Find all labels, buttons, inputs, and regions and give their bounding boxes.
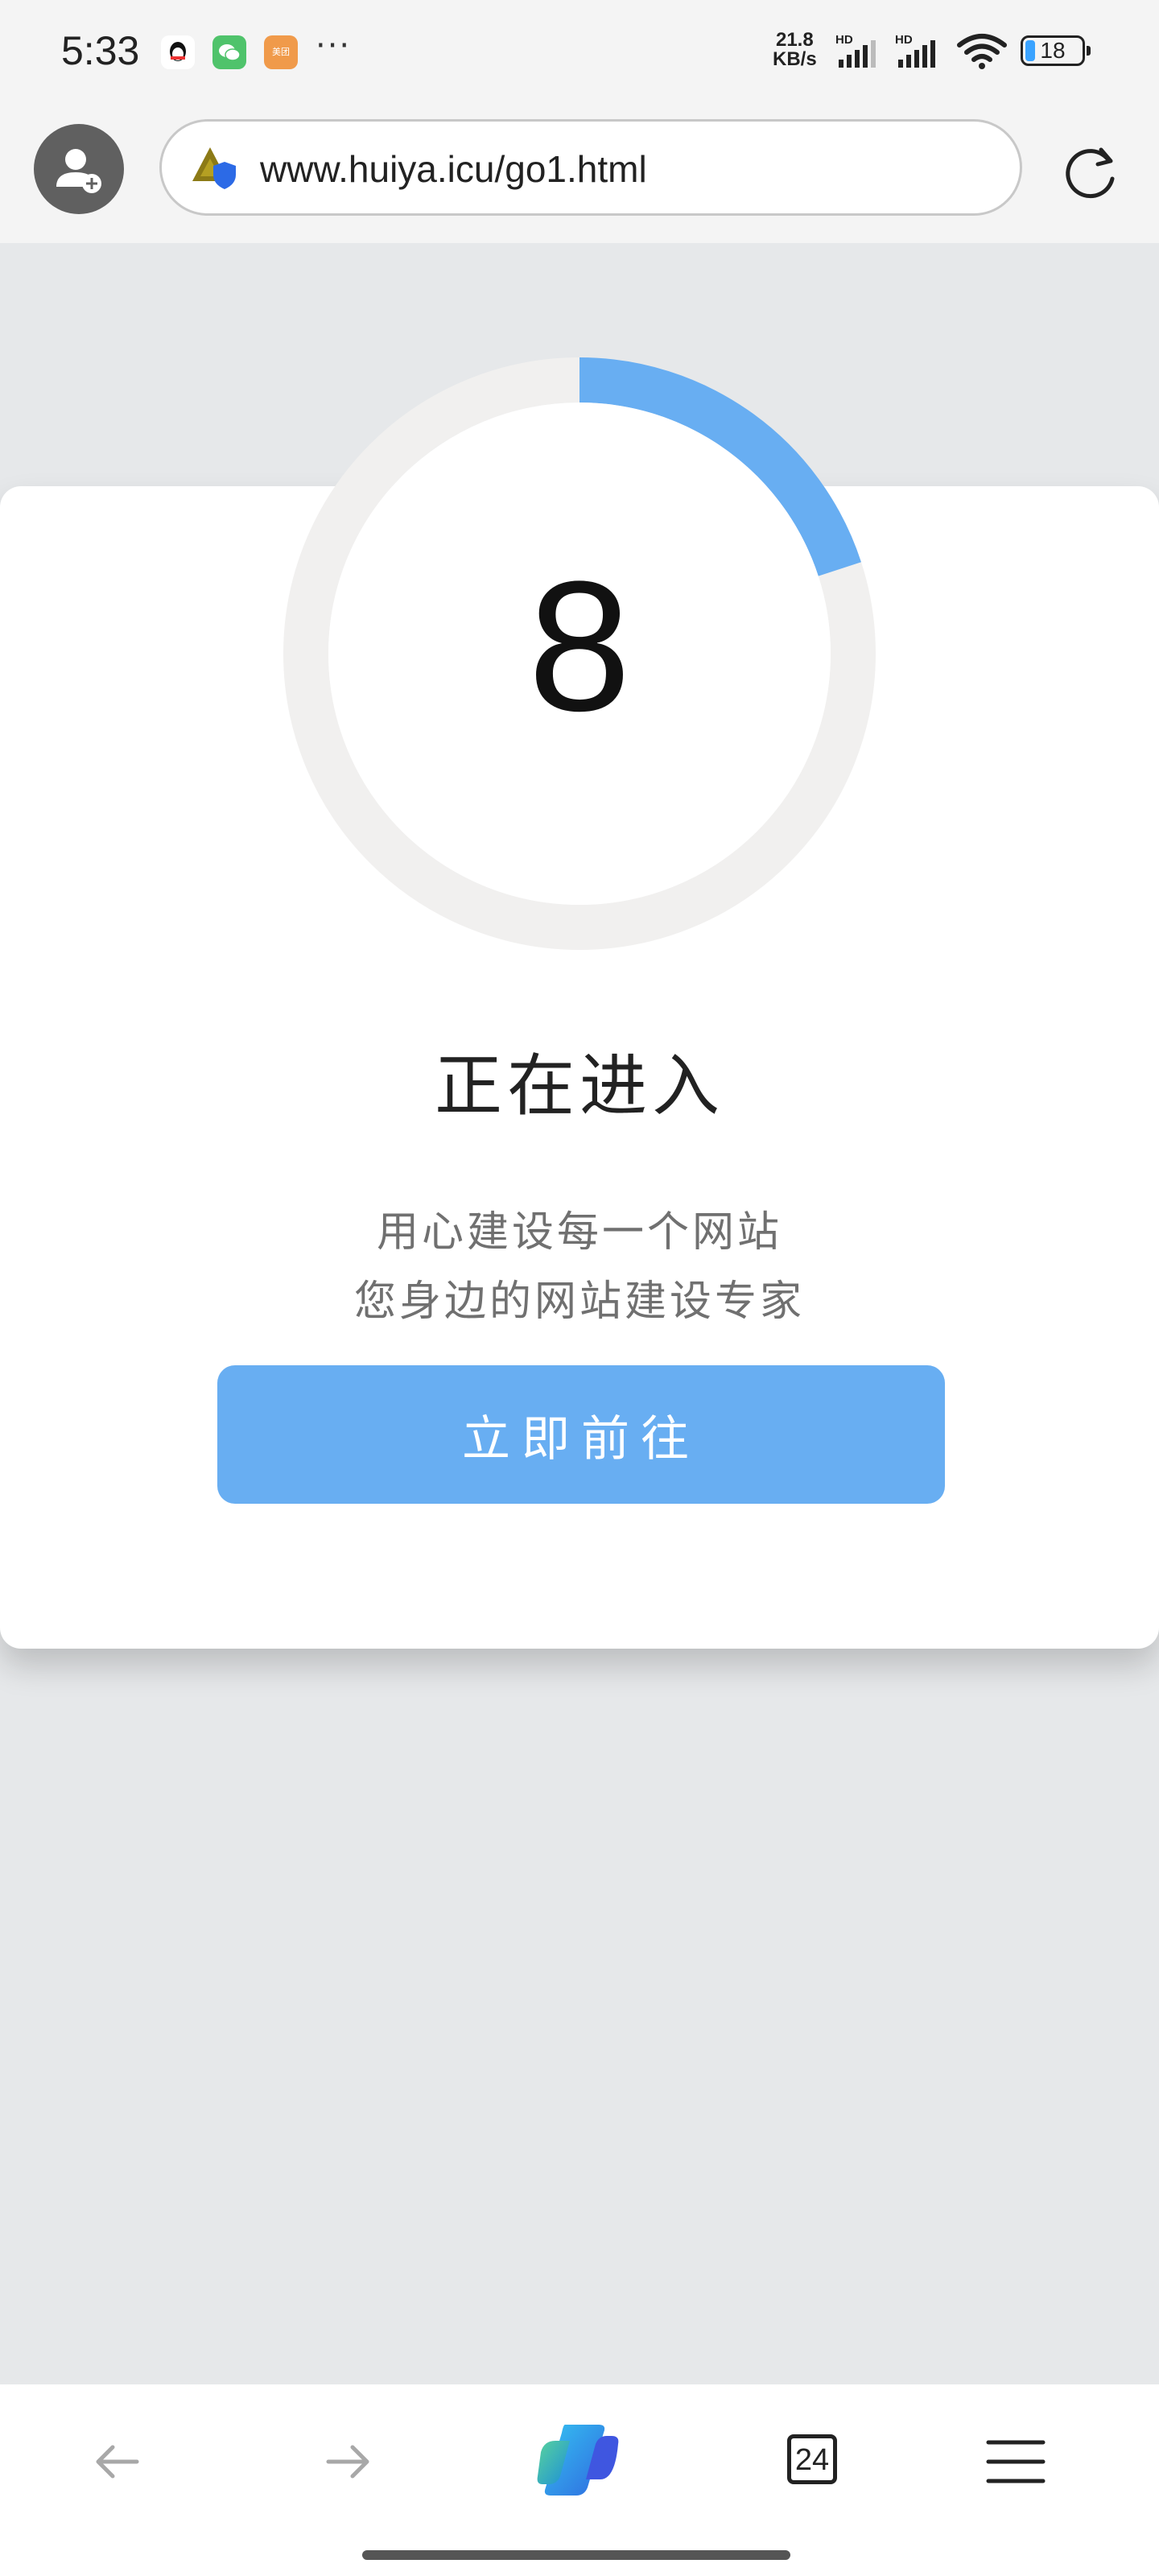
battery-icon: 18 (1021, 35, 1091, 66)
svg-text:HD: HD (895, 33, 913, 47)
refresh-icon (1066, 147, 1115, 199)
copilot-icon (537, 2425, 619, 2496)
more-notifications-icon: ··· (316, 27, 352, 64)
back-button[interactable] (85, 2429, 150, 2497)
forward-arrow-icon (326, 2445, 369, 2479)
url-text: www.huiya.icu/go1.html (260, 148, 647, 190)
browser-address-bar: www.huiya.icu/go1.html (0, 108, 1159, 243)
refresh-button[interactable] (1054, 137, 1127, 213)
svg-text:HD: HD (835, 33, 853, 47)
battery-level: 18 (1040, 38, 1066, 63)
network-speed-value: 21.8 (775, 29, 814, 51)
meituan-icon: 美团 (264, 35, 298, 69)
add-user-icon (56, 149, 101, 193)
back-arrow-icon (96, 2445, 139, 2479)
subtitle-line-1: 用心建设每一个网站 (376, 1208, 782, 1257)
menu-button[interactable] (984, 2429, 1048, 2497)
wechat-icon (212, 35, 246, 69)
site-security-icon (191, 144, 241, 197)
home-indicator[interactable] (362, 2550, 790, 2560)
forward-button[interactable] (316, 2429, 380, 2497)
countdown-number: 8 (528, 542, 631, 749)
cellular-signal-icon: HD (834, 32, 887, 74)
menu-icon (986, 2440, 1046, 2483)
tabs-button[interactable]: 24 (787, 2434, 837, 2484)
network-speed: 21.8 KB/s (773, 31, 817, 69)
status-bar: 5:33 美团 ··· 21.8 KB/s HD HD 18 (0, 0, 1159, 108)
page-heading: 正在进入 (434, 1046, 724, 1125)
go-now-button[interactable]: 立即前往 (217, 1365, 945, 1504)
subtitle-line-2: 您身边的网站建设专家 (353, 1278, 805, 1326)
wifi-icon (956, 32, 1008, 74)
battery-fill (1025, 40, 1035, 61)
add-profile-button[interactable] (34, 124, 124, 214)
cellular-signal-2-icon: HD (893, 32, 947, 74)
status-time: 5:33 (61, 28, 140, 73)
url-field[interactable]: www.huiya.icu/go1.html (159, 119, 1022, 216)
qq-icon (161, 35, 195, 69)
copilot-button[interactable] (534, 2420, 625, 2504)
browser-toolbar: 24 (0, 2384, 1159, 2576)
network-speed-unit: KB/s (773, 48, 817, 70)
